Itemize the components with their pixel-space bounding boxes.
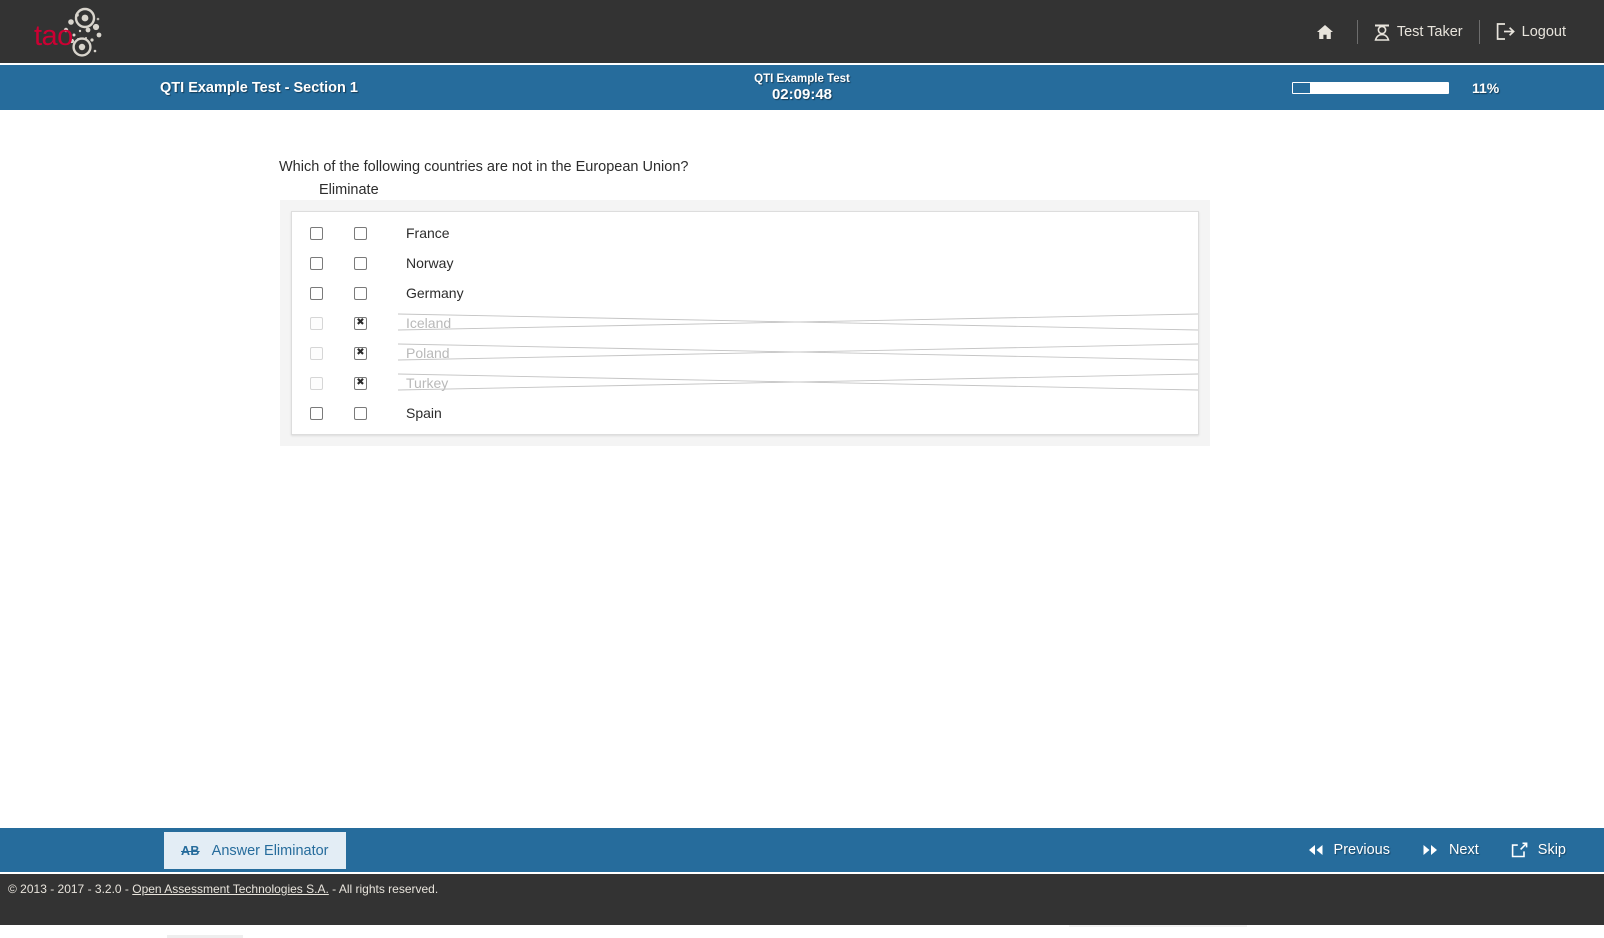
test-taker-label: Test Taker: [1396, 23, 1463, 40]
choice-list: France Norway Germany ✖ Iceland ✖ Poland ✖ Turke…: [291, 211, 1199, 435]
choice-checkbox: [310, 376, 323, 390]
choice-label: Spain: [398, 398, 1198, 428]
eliminate-checkbox[interactable]: [354, 286, 367, 300]
eliminate-checkbox[interactable]: [354, 256, 367, 270]
choice-checkbox: [310, 316, 323, 330]
select-checkbox-cell: [310, 346, 354, 360]
previous-button[interactable]: Previous: [1291, 842, 1406, 858]
choice-checkbox[interactable]: [310, 256, 323, 270]
eliminate-check-mark: ✖: [356, 376, 365, 388]
top-header-bar: tao Test Taker Logout: [0, 0, 1604, 63]
answer-eliminator-label: Answer Eliminator: [211, 842, 329, 859]
progress-bar-fill: [1293, 83, 1311, 93]
choice-label-text: Spain: [406, 405, 442, 421]
user-icon: [1374, 23, 1390, 41]
logo-wordmark: tao: [34, 20, 73, 52]
eliminate-checkbox-cell: [354, 286, 398, 300]
company-link[interactable]: Open Assessment Technologies S.A.: [132, 882, 329, 896]
choice-label: Germany: [398, 278, 1198, 308]
choice-row[interactable]: Spain: [292, 398, 1198, 428]
eliminate-column-header: Eliminate: [319, 182, 379, 198]
choice-row[interactable]: ✖ Poland: [292, 338, 1198, 368]
choice-label: France: [398, 218, 1198, 248]
skip-label: Skip: [1537, 842, 1566, 858]
choice-label-text: Iceland: [406, 315, 452, 331]
select-checkbox-cell: [310, 406, 354, 420]
choice-row[interactable]: Norway: [292, 248, 1198, 278]
select-checkbox-cell: [310, 226, 354, 240]
elimination-strike-lines: [398, 368, 1198, 398]
choice-checkbox[interactable]: [310, 286, 323, 300]
page-footer: © 2013 - 2017 - 3.2.0 - Open Assessment …: [0, 873, 1604, 925]
eliminate-checkbox[interactable]: ✖: [354, 346, 367, 360]
item-content-area: Which of the following countries are not…: [0, 110, 1604, 938]
tao-logo[interactable]: tao: [28, 6, 128, 58]
choice-checkbox[interactable]: [310, 406, 323, 420]
eliminate-checkbox-cell: [354, 406, 398, 420]
logout-button[interactable]: Logout: [1480, 19, 1582, 45]
eliminate-checkbox[interactable]: ✖: [354, 316, 367, 330]
eliminate-checkbox[interactable]: [354, 406, 367, 420]
choice-label-text: Norway: [406, 255, 454, 271]
eliminate-checkbox-cell: ✖: [354, 376, 398, 390]
eliminate-checkbox-cell: [354, 226, 398, 240]
choice-checkbox: [310, 346, 323, 360]
previous-icon: [1307, 844, 1324, 856]
choice-interaction-container: France Norway Germany ✖ Iceland ✖ Poland ✖ Turke…: [280, 200, 1210, 446]
next-button[interactable]: Next: [1406, 842, 1495, 858]
logout-icon: [1496, 23, 1515, 40]
home-button[interactable]: [1300, 19, 1357, 45]
answer-eliminator-button[interactable]: AB Answer Eliminator: [164, 832, 346, 869]
elimination-strike-lines: [398, 338, 1198, 368]
choice-checkbox[interactable]: [310, 226, 323, 240]
bottom-toolbar: AB Answer Eliminator Previous Next Skip: [0, 828, 1604, 872]
choice-label-text: France: [406, 225, 450, 241]
next-label: Next: [1448, 842, 1479, 858]
next-icon: [1422, 844, 1439, 856]
previous-label: Previous: [1333, 842, 1390, 858]
skip-button[interactable]: Skip: [1495, 842, 1582, 858]
eliminate-checkbox[interactable]: ✖: [354, 376, 367, 390]
choice-row[interactable]: ✖ Iceland: [292, 308, 1198, 338]
navigation-buttons: Previous Next Skip: [1291, 828, 1582, 872]
choice-row[interactable]: France: [292, 218, 1198, 248]
choice-row[interactable]: ✖ Turkey: [292, 368, 1198, 398]
eliminate-checkbox-cell: [354, 256, 398, 270]
answer-eliminator-icon: AB: [181, 843, 200, 858]
question-prompt: Which of the following countries are not…: [279, 159, 689, 175]
timer-value: 02:09:48: [771, 86, 833, 103]
progress-percent-label: 11%: [1472, 80, 1500, 96]
logout-label: Logout: [1521, 23, 1566, 40]
home-icon: [1316, 24, 1334, 40]
choice-label-text: Poland: [406, 345, 450, 361]
select-checkbox-cell: [310, 316, 354, 330]
header-nav: Test Taker Logout: [1300, 0, 1582, 63]
copyright-text: © 2013 - 2017 - 3.2.0 - Open Assessment …: [8, 882, 438, 896]
choice-label-text: Turkey: [406, 375, 449, 391]
progress-area: 11%: [1292, 65, 1499, 111]
choice-label: Norway: [398, 248, 1198, 278]
eliminate-checkbox-cell: ✖: [354, 346, 398, 360]
eliminate-checkbox-cell: ✖: [354, 316, 398, 330]
choice-label: Poland: [398, 338, 1198, 368]
select-checkbox-cell: [310, 376, 354, 390]
choice-label-text: Germany: [406, 285, 464, 301]
section-title: QTI Example Test - Section 1: [160, 80, 358, 96]
copyright-suffix: - All rights reserved.: [328, 882, 439, 896]
copyright-prefix: © 2013 - 2017 - 3.2.0 -: [8, 882, 133, 896]
select-checkbox-cell: [310, 256, 354, 270]
external-link-icon: [1511, 842, 1528, 858]
test-status-bar: QTI Example Test - Section 1 QTI Example…: [0, 64, 1604, 111]
timer-label: QTI Example Test: [754, 73, 850, 85]
elimination-strike-lines: [398, 308, 1198, 338]
choice-label: Turkey: [398, 368, 1198, 398]
progress-bar: [1292, 82, 1449, 94]
select-checkbox-cell: [310, 286, 354, 300]
choice-label: Iceland: [398, 308, 1198, 338]
choice-row[interactable]: Germany: [292, 278, 1198, 308]
eliminate-check-mark: ✖: [356, 316, 365, 328]
eliminate-checkbox[interactable]: [354, 226, 367, 240]
eliminate-check-mark: ✖: [356, 346, 365, 358]
test-taker-button[interactable]: Test Taker: [1358, 19, 1479, 45]
